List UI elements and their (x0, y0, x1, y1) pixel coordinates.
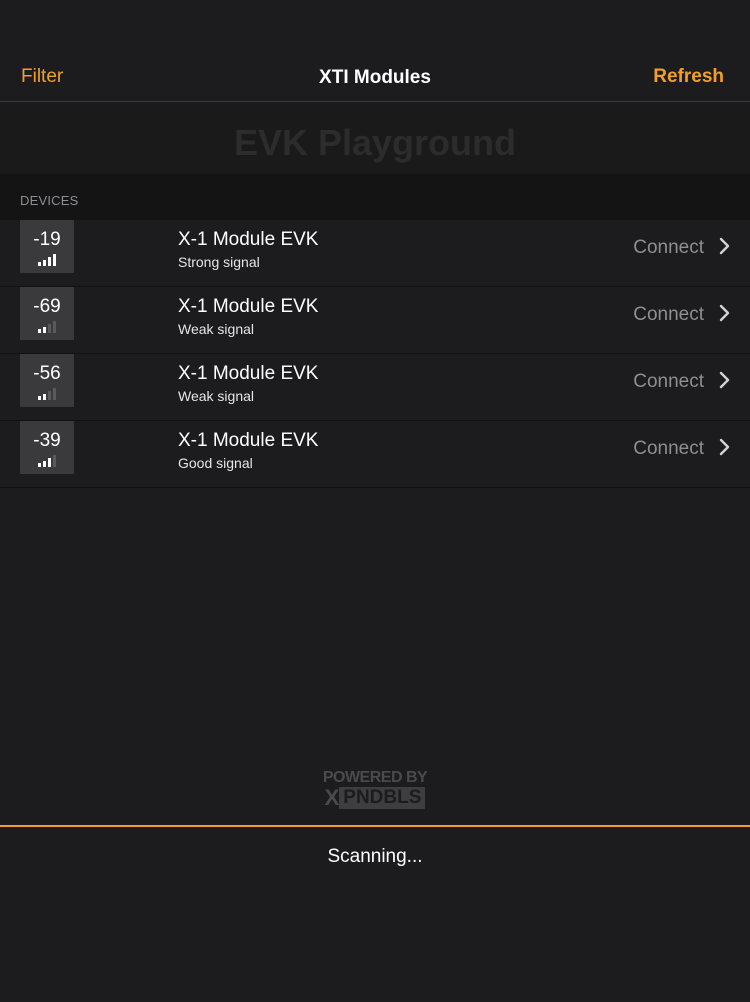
connect-button[interactable]: Connect (633, 371, 704, 393)
signal-strength-label: Good signal (178, 455, 253, 471)
chevron-right-icon (714, 303, 734, 323)
signal-strength-label: Weak signal (178, 321, 255, 337)
devices-section-header: DEVICES (0, 174, 750, 220)
device-list: -19 X-1 Module EVK Strong signal Connect… (0, 220, 750, 488)
signal-bar (53, 388, 56, 400)
refresh-button[interactable]: Refresh (653, 66, 724, 88)
rssi-value: -69 (33, 296, 61, 317)
device-name: X-1 Module EVK (178, 229, 319, 250)
logo-x-mark: X (324, 785, 340, 810)
pndbls-logo: X PNDBLS (325, 787, 426, 809)
page-title: XTI Modules (319, 67, 431, 88)
signal-bar (53, 455, 56, 467)
rssi-badge: -56 (20, 354, 74, 407)
scan-status-text: Scanning... (327, 846, 423, 867)
device-name: X-1 Module EVK (178, 430, 319, 451)
chevron-right-icon (714, 437, 734, 457)
rssi-value: -56 (33, 363, 61, 384)
chevron-right-icon (714, 370, 734, 390)
logo-wordmark: PNDBLS (339, 787, 426, 809)
chevron-right-icon (714, 236, 734, 256)
device-name: X-1 Module EVK (178, 363, 319, 384)
signal-bar (43, 394, 46, 400)
signal-bar (48, 391, 51, 400)
scan-status-bar: Scanning... (0, 825, 750, 1002)
signal-bar (38, 463, 41, 467)
connect-button[interactable]: Connect (633, 237, 704, 259)
signal-bar (38, 329, 41, 333)
signal-bars-icon (38, 321, 60, 333)
signal-bar (48, 324, 51, 333)
connect-button[interactable]: Connect (633, 304, 704, 326)
banner-title: EVK Playground (233, 122, 517, 163)
navigation-bar: Filter XTI Modules Refresh (0, 0, 750, 102)
rssi-badge: -19 (20, 220, 74, 273)
signal-bar (48, 458, 51, 467)
device-row[interactable]: -69 X-1 Module EVK Weak signal Connect (0, 287, 750, 354)
device-row[interactable]: -19 X-1 Module EVK Strong signal Connect (0, 220, 750, 287)
device-name: X-1 Module EVK (178, 296, 319, 317)
rssi-badge: -69 (20, 287, 74, 340)
signal-bars-icon (38, 455, 60, 467)
powered-by-label: POWERED BY (322, 769, 428, 786)
signal-bar (53, 321, 56, 333)
device-row[interactable]: -39 X-1 Module EVK Good signal Connect (0, 421, 750, 488)
signal-bars-icon (38, 388, 60, 400)
signal-strength-label: Strong signal (178, 254, 260, 270)
signal-bar (48, 257, 51, 266)
signal-bar (53, 254, 56, 266)
signal-bar (43, 461, 46, 467)
signal-bars-icon (38, 254, 60, 266)
signal-strength-label: Weak signal (178, 388, 255, 404)
powered-by-logo: POWERED BY X PNDBLS (0, 769, 750, 810)
signal-bar (38, 262, 41, 266)
app-banner: EVK Playground (0, 102, 750, 174)
device-row[interactable]: -56 X-1 Module EVK Weak signal Connect (0, 354, 750, 421)
connect-button[interactable]: Connect (633, 438, 704, 460)
signal-bar (43, 327, 46, 333)
rssi-value: -39 (33, 430, 61, 451)
signal-bar (38, 396, 41, 400)
rssi-badge: -39 (20, 421, 74, 474)
rssi-value: -19 (33, 229, 61, 250)
section-header-label: DEVICES (20, 193, 79, 208)
signal-bar (43, 260, 46, 266)
